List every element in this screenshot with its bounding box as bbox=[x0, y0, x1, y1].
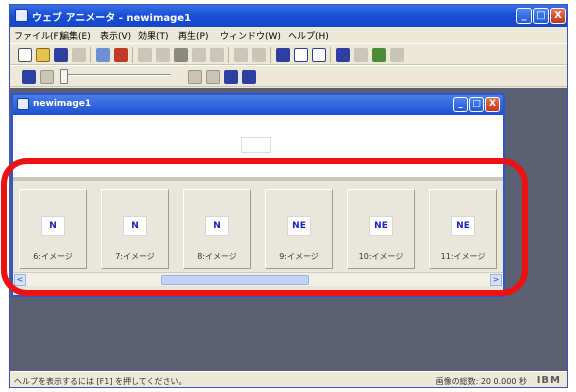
stop-icon[interactable] bbox=[40, 70, 54, 84]
document-maximize-button[interactable]: □ bbox=[469, 97, 484, 112]
open-icon[interactable] bbox=[36, 48, 50, 62]
menu-window[interactable]: ウィンドウ(W) bbox=[220, 29, 281, 42]
app-title-bar[interactable]: ウェブ アニメータ - newimage1 _ □ X bbox=[10, 5, 567, 27]
timeline-thumb[interactable] bbox=[60, 69, 68, 84]
copy-icon[interactable] bbox=[156, 48, 170, 62]
frame-label: 7:イメージ bbox=[115, 252, 155, 261]
minimize-button[interactable]: _ bbox=[516, 8, 532, 24]
timeline-track[interactable] bbox=[66, 74, 171, 76]
frame-label: 6:イメージ bbox=[33, 252, 73, 261]
frame-strip: N 6:イメージ N 7:イメージ N 8:イメージ NE 9:イメージ NE bbox=[13, 177, 503, 272]
status-help-text: ヘルプを表示するには [F1] を押してください。 bbox=[14, 377, 187, 386]
prev-frame-icon[interactable] bbox=[206, 70, 220, 84]
animation-stage[interactable] bbox=[13, 115, 503, 177]
document-close-button[interactable]: X bbox=[485, 97, 500, 112]
frame-tile[interactable]: NE 11:イメージ bbox=[429, 189, 497, 269]
find-icon[interactable] bbox=[210, 48, 224, 62]
ibm-logo: IBM bbox=[536, 375, 561, 386]
status-frame-count: 画像の総数: 20 0.000 秒 bbox=[435, 377, 527, 386]
frame-thumbnail: NE bbox=[369, 216, 393, 236]
document-title: newimage1 bbox=[33, 99, 92, 109]
frame-tile[interactable]: NE 10:イメージ bbox=[347, 189, 415, 269]
frame-tile[interactable]: N 6:イメージ bbox=[19, 189, 87, 269]
first-frame-icon[interactable] bbox=[188, 70, 202, 84]
app-window: ウェブ アニメータ - newimage1 _ □ X ファイル(F) 編集(E… bbox=[9, 4, 568, 388]
frame-thumbnail: N bbox=[41, 216, 65, 236]
frame-icon[interactable] bbox=[294, 48, 308, 62]
frame-tile[interactable]: NE 9:イメージ bbox=[265, 189, 333, 269]
frame-label: 11:イメージ bbox=[440, 252, 486, 261]
stage-image[interactable] bbox=[241, 137, 271, 153]
image-icon[interactable] bbox=[276, 48, 290, 62]
toolbar-separator bbox=[330, 47, 331, 63]
scroll-right-arrow-icon[interactable]: > bbox=[490, 274, 502, 286]
frame-thumbnail: N bbox=[205, 216, 229, 236]
mdi-workspace: newimage1 _ □ X N 6:イメージ N 7:イメージ N 8:イメ… bbox=[10, 88, 567, 371]
document-window: newimage1 _ □ X N 6:イメージ N 7:イメージ N 8:イメ… bbox=[11, 93, 505, 297]
preview-icon[interactable] bbox=[390, 48, 404, 62]
undo-icon[interactable] bbox=[234, 48, 248, 62]
status-bar: ヘルプを表示するには [F1] を押してください。 画像の総数: 20 0.00… bbox=[10, 371, 567, 387]
toolbar-separator bbox=[132, 47, 133, 63]
color-icon[interactable] bbox=[114, 48, 128, 62]
menu-edit[interactable]: 編集(E) bbox=[60, 29, 91, 42]
menu-help[interactable]: ヘルプ(H) bbox=[288, 29, 329, 42]
scroll-left-arrow-icon[interactable]: < bbox=[14, 274, 26, 286]
app-icon bbox=[15, 9, 28, 22]
delete-icon[interactable] bbox=[192, 48, 206, 62]
frame-thumbnail: NE bbox=[287, 216, 311, 236]
player-toolbar bbox=[10, 65, 567, 87]
main-toolbar bbox=[10, 43, 567, 65]
menu-effects[interactable]: 効果(T) bbox=[138, 29, 169, 42]
grid-icon[interactable] bbox=[312, 48, 326, 62]
last-frame-icon[interactable] bbox=[242, 70, 256, 84]
toolbar-separator bbox=[228, 47, 229, 63]
print-icon[interactable] bbox=[72, 48, 86, 62]
menu-view[interactable]: 表示(V) bbox=[100, 29, 131, 42]
maximize-button[interactable]: □ bbox=[533, 8, 549, 24]
scrollbar-thumb[interactable] bbox=[161, 275, 309, 285]
menu-playback[interactable]: 再生(P) bbox=[178, 29, 208, 42]
text-icon[interactable] bbox=[354, 48, 368, 62]
horizontal-scrollbar[interactable]: < > bbox=[13, 272, 503, 286]
document-minimize-button[interactable]: _ bbox=[453, 97, 468, 112]
properties-icon[interactable] bbox=[96, 48, 110, 62]
frame-label: 10:イメージ bbox=[358, 252, 404, 261]
frame-label: 9:イメージ bbox=[279, 252, 319, 261]
app-title: ウェブ アニメータ - newimage1 bbox=[32, 13, 192, 24]
close-button[interactable]: X bbox=[550, 8, 566, 24]
cut-icon[interactable] bbox=[138, 48, 152, 62]
new-icon[interactable] bbox=[18, 48, 32, 62]
next-frame-icon[interactable] bbox=[224, 70, 238, 84]
toolbar-separator bbox=[90, 47, 91, 63]
menu-file[interactable]: ファイル(F) bbox=[14, 29, 62, 42]
insert-image-icon[interactable] bbox=[336, 48, 350, 62]
save-icon[interactable] bbox=[54, 48, 68, 62]
effect-icon[interactable] bbox=[372, 48, 386, 62]
play-icon[interactable] bbox=[22, 70, 36, 84]
menu-bar: ファイル(F) 編集(E) 表示(V) 効果(T) 再生(P) ウィンドウ(W)… bbox=[10, 27, 567, 43]
frame-label: 8:イメージ bbox=[197, 252, 237, 261]
redo-icon[interactable] bbox=[252, 48, 266, 62]
toolbar-separator bbox=[270, 47, 271, 63]
frame-thumbnail: NE bbox=[451, 216, 475, 236]
frame-tile[interactable]: N 7:イメージ bbox=[101, 189, 169, 269]
frame-tile[interactable]: N 8:イメージ bbox=[183, 189, 251, 269]
frame-thumbnail: N bbox=[123, 216, 147, 236]
document-title-bar[interactable]: newimage1 _ □ X bbox=[13, 95, 503, 115]
document-icon bbox=[17, 98, 29, 110]
paste-icon[interactable] bbox=[174, 48, 188, 62]
